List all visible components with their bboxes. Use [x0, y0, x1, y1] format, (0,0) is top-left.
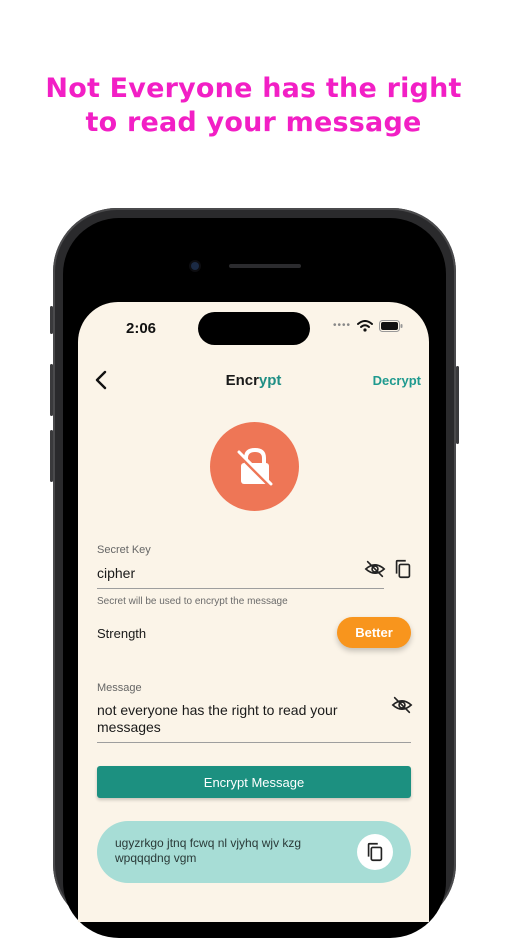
cellular-signal-icon: ••••: [332, 320, 351, 331]
mute-switch: [50, 306, 53, 334]
wifi-icon: [357, 320, 373, 332]
secret-key-label: Secret Key: [97, 544, 151, 556]
promo-headline-line1: Not Everyone has the right: [45, 73, 462, 104]
app-screen: 2:06 •••• Encrypt Decrypt Secret Key cip…: [78, 302, 429, 922]
lock-off-icon: [236, 447, 273, 488]
front-camera: [191, 262, 199, 270]
secret-key-input[interactable]: cipher: [97, 565, 135, 581]
strength-label: Strength: [97, 626, 147, 641]
promo-headline-line2: to read your message: [85, 107, 422, 138]
secret-key-underline: [97, 588, 384, 589]
page-title-prefix: Encr: [225, 372, 259, 389]
battery-icon: [379, 320, 403, 332]
copy-result-button[interactable]: [357, 834, 393, 870]
copy-icon[interactable]: [392, 558, 414, 580]
message-input[interactable]: not everyone has the right to read your …: [97, 702, 367, 736]
earpiece-speaker: [229, 264, 301, 268]
decrypt-link[interactable]: Decrypt: [373, 373, 421, 388]
encrypt-message-button[interactable]: Encrypt Message: [97, 766, 411, 798]
eye-off-icon[interactable]: [391, 694, 413, 716]
message-underline: [97, 742, 411, 743]
strength-badge: Better: [337, 617, 411, 648]
encrypted-result-text: ugyzrkgo jtnq fcwq nl vjyhq wjv kzg wpqq…: [115, 836, 302, 865]
page-title-accent: ypt: [258, 372, 282, 389]
copy-icon: [367, 842, 383, 862]
dynamic-island: [198, 312, 310, 345]
hero-lock-badge: [210, 422, 299, 511]
message-label: Message: [97, 682, 142, 694]
status-time: 2:06: [126, 320, 157, 337]
power-button: [456, 366, 459, 444]
secret-key-helper: Secret will be used to encrypt the messa…: [97, 596, 288, 607]
promo-headline: Not Everyone has the right to read your …: [0, 72, 507, 140]
volume-up-button: [50, 364, 53, 416]
status-icons: ••••: [333, 320, 403, 332]
eye-off-icon[interactable]: [364, 558, 386, 580]
volume-down-button: [50, 430, 53, 482]
encrypted-result-box: ugyzrkgo jtnq fcwq nl vjyhq wjv kzg wpqq…: [97, 821, 411, 883]
